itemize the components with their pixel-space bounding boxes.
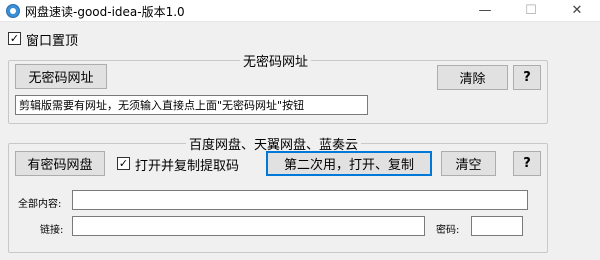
open-copy-checkbox[interactable]: ✓ [117,157,130,170]
password-label: 密码: [436,225,460,236]
help-button-1[interactable]: ? [513,65,541,90]
clear-button[interactable]: 清除 [437,65,508,90]
help-button-2[interactable]: ? [513,151,541,176]
link-label: 链接: [40,225,64,236]
password-field[interactable] [471,216,523,236]
title-bar: 网盘速读-good-idea-版本1.0 — ☐ ✕ [0,0,600,22]
no-password-url-button[interactable]: 无密码网址 [15,64,107,89]
close-icon[interactable]: ✕ [554,0,600,22]
hint-field[interactable] [15,95,368,115]
clear-all-button[interactable]: 清空 [441,151,496,176]
link-field[interactable] [72,216,425,236]
window-title: 网盘速读-good-idea-版本1.0 [25,5,185,19]
minimize-icon[interactable]: — [462,0,508,22]
app-icon [6,4,20,18]
no-password-group-legend: 无密码网址 [240,51,312,70]
open-copy-label: 打开并复制提取码 [135,159,240,174]
second-use-open-copy-button[interactable]: 第二次用，打开、复制 [266,151,432,176]
password-disk-button[interactable]: 有密码网盘 [15,151,105,176]
topmost-checkbox[interactable]: ✓ [8,32,21,45]
maximize-icon[interactable]: ☐ [508,0,554,22]
topmost-label: 窗口置顶 [26,34,79,49]
all-content-field[interactable] [72,190,528,210]
all-content-label: 全部内容: [18,199,62,210]
